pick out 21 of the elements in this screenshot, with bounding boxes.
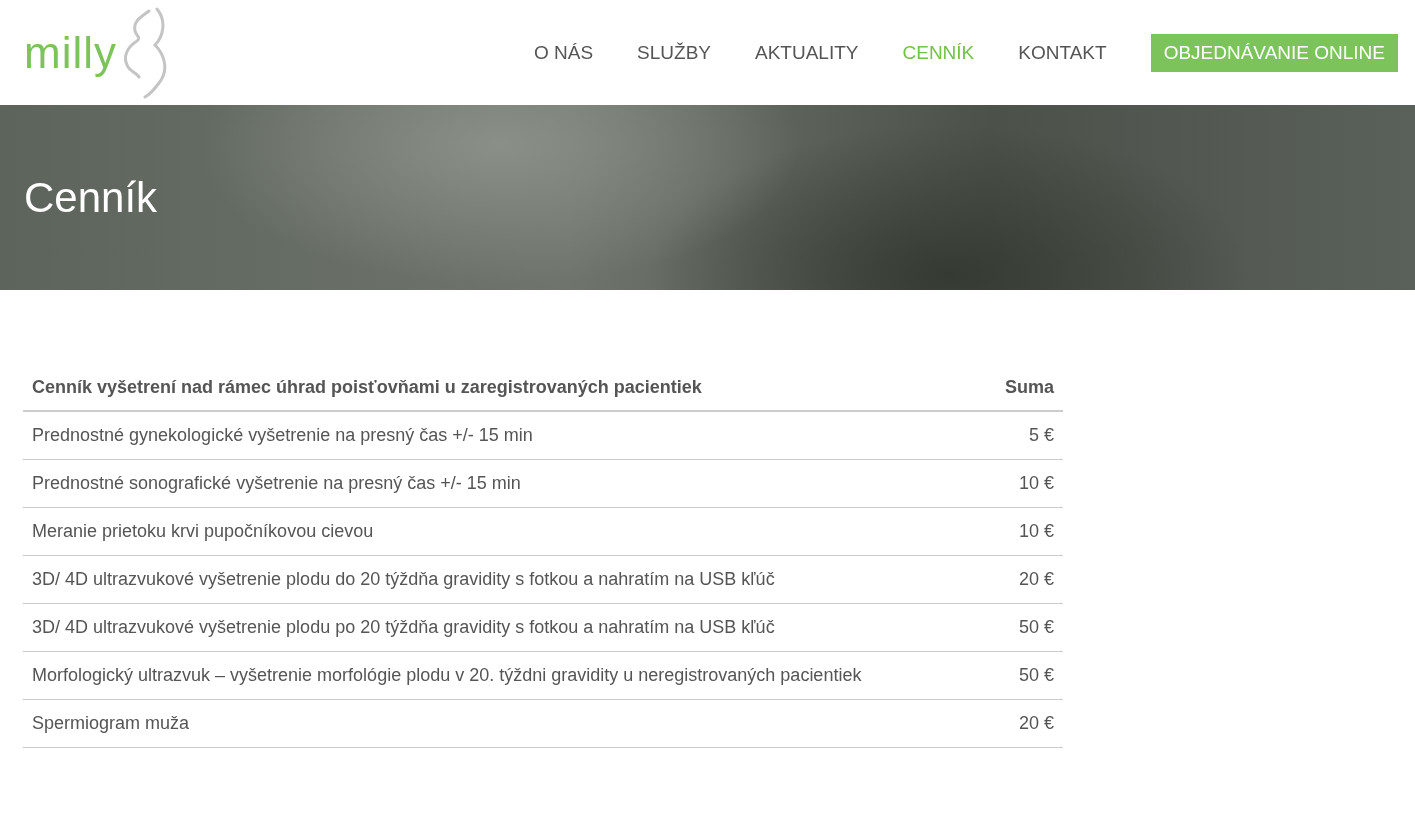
service-cell: Prednostné sonografické vyšetrenie na presný čas +/- 15 min xyxy=(23,459,987,508)
nav-link[interactable]: KONTAKT xyxy=(1018,41,1107,64)
price-cell: 20 € xyxy=(986,699,1063,748)
column-header: Suma xyxy=(986,365,1063,411)
service-cell: 3D/ 4D ultrazvukové vyšetrenie plodu po 20 týždňa gravidity s fotkou a nahratím na USB kľúč xyxy=(23,603,987,652)
price-cell: 50 € xyxy=(986,651,1063,700)
service-cell: Morfologický ultrazvuk – vyšetrenie morfológie plodu v 20. týždni gravidity u neregistrovaných pacientiek xyxy=(23,651,987,700)
service-cell: Spermiogram muža xyxy=(23,699,987,748)
nav-link[interactable]: O NÁS xyxy=(533,41,594,64)
column-header: Cenník vyšetrení nad rámec úhrad poisťovňami u zaregistrovaných pacientiek xyxy=(23,365,987,411)
price-cell: 10 € xyxy=(986,459,1063,508)
service-cell: 3D/ 4D ultrazvukové vyšetrenie plodu do 20 týždňa gravidity s fotkou a nahratím na USB kľúč xyxy=(23,555,987,604)
price-cell: 5 € xyxy=(986,411,1063,460)
service-cell: Prednostné gynekologické vyšetrenie na presný čas +/- 15 min xyxy=(23,411,987,460)
service-cell: Meranie prietoku krvi pupočníkovou cievou xyxy=(23,507,987,556)
price-cell: 20 € xyxy=(986,555,1063,604)
page-title: Cenník xyxy=(24,173,158,222)
price-cell: 50 € xyxy=(986,603,1063,652)
price-cell: 10 € xyxy=(986,507,1063,556)
nav-link[interactable]: AKTUALITY xyxy=(755,41,859,64)
nav-link[interactable]: SLUŽBY xyxy=(637,41,711,64)
